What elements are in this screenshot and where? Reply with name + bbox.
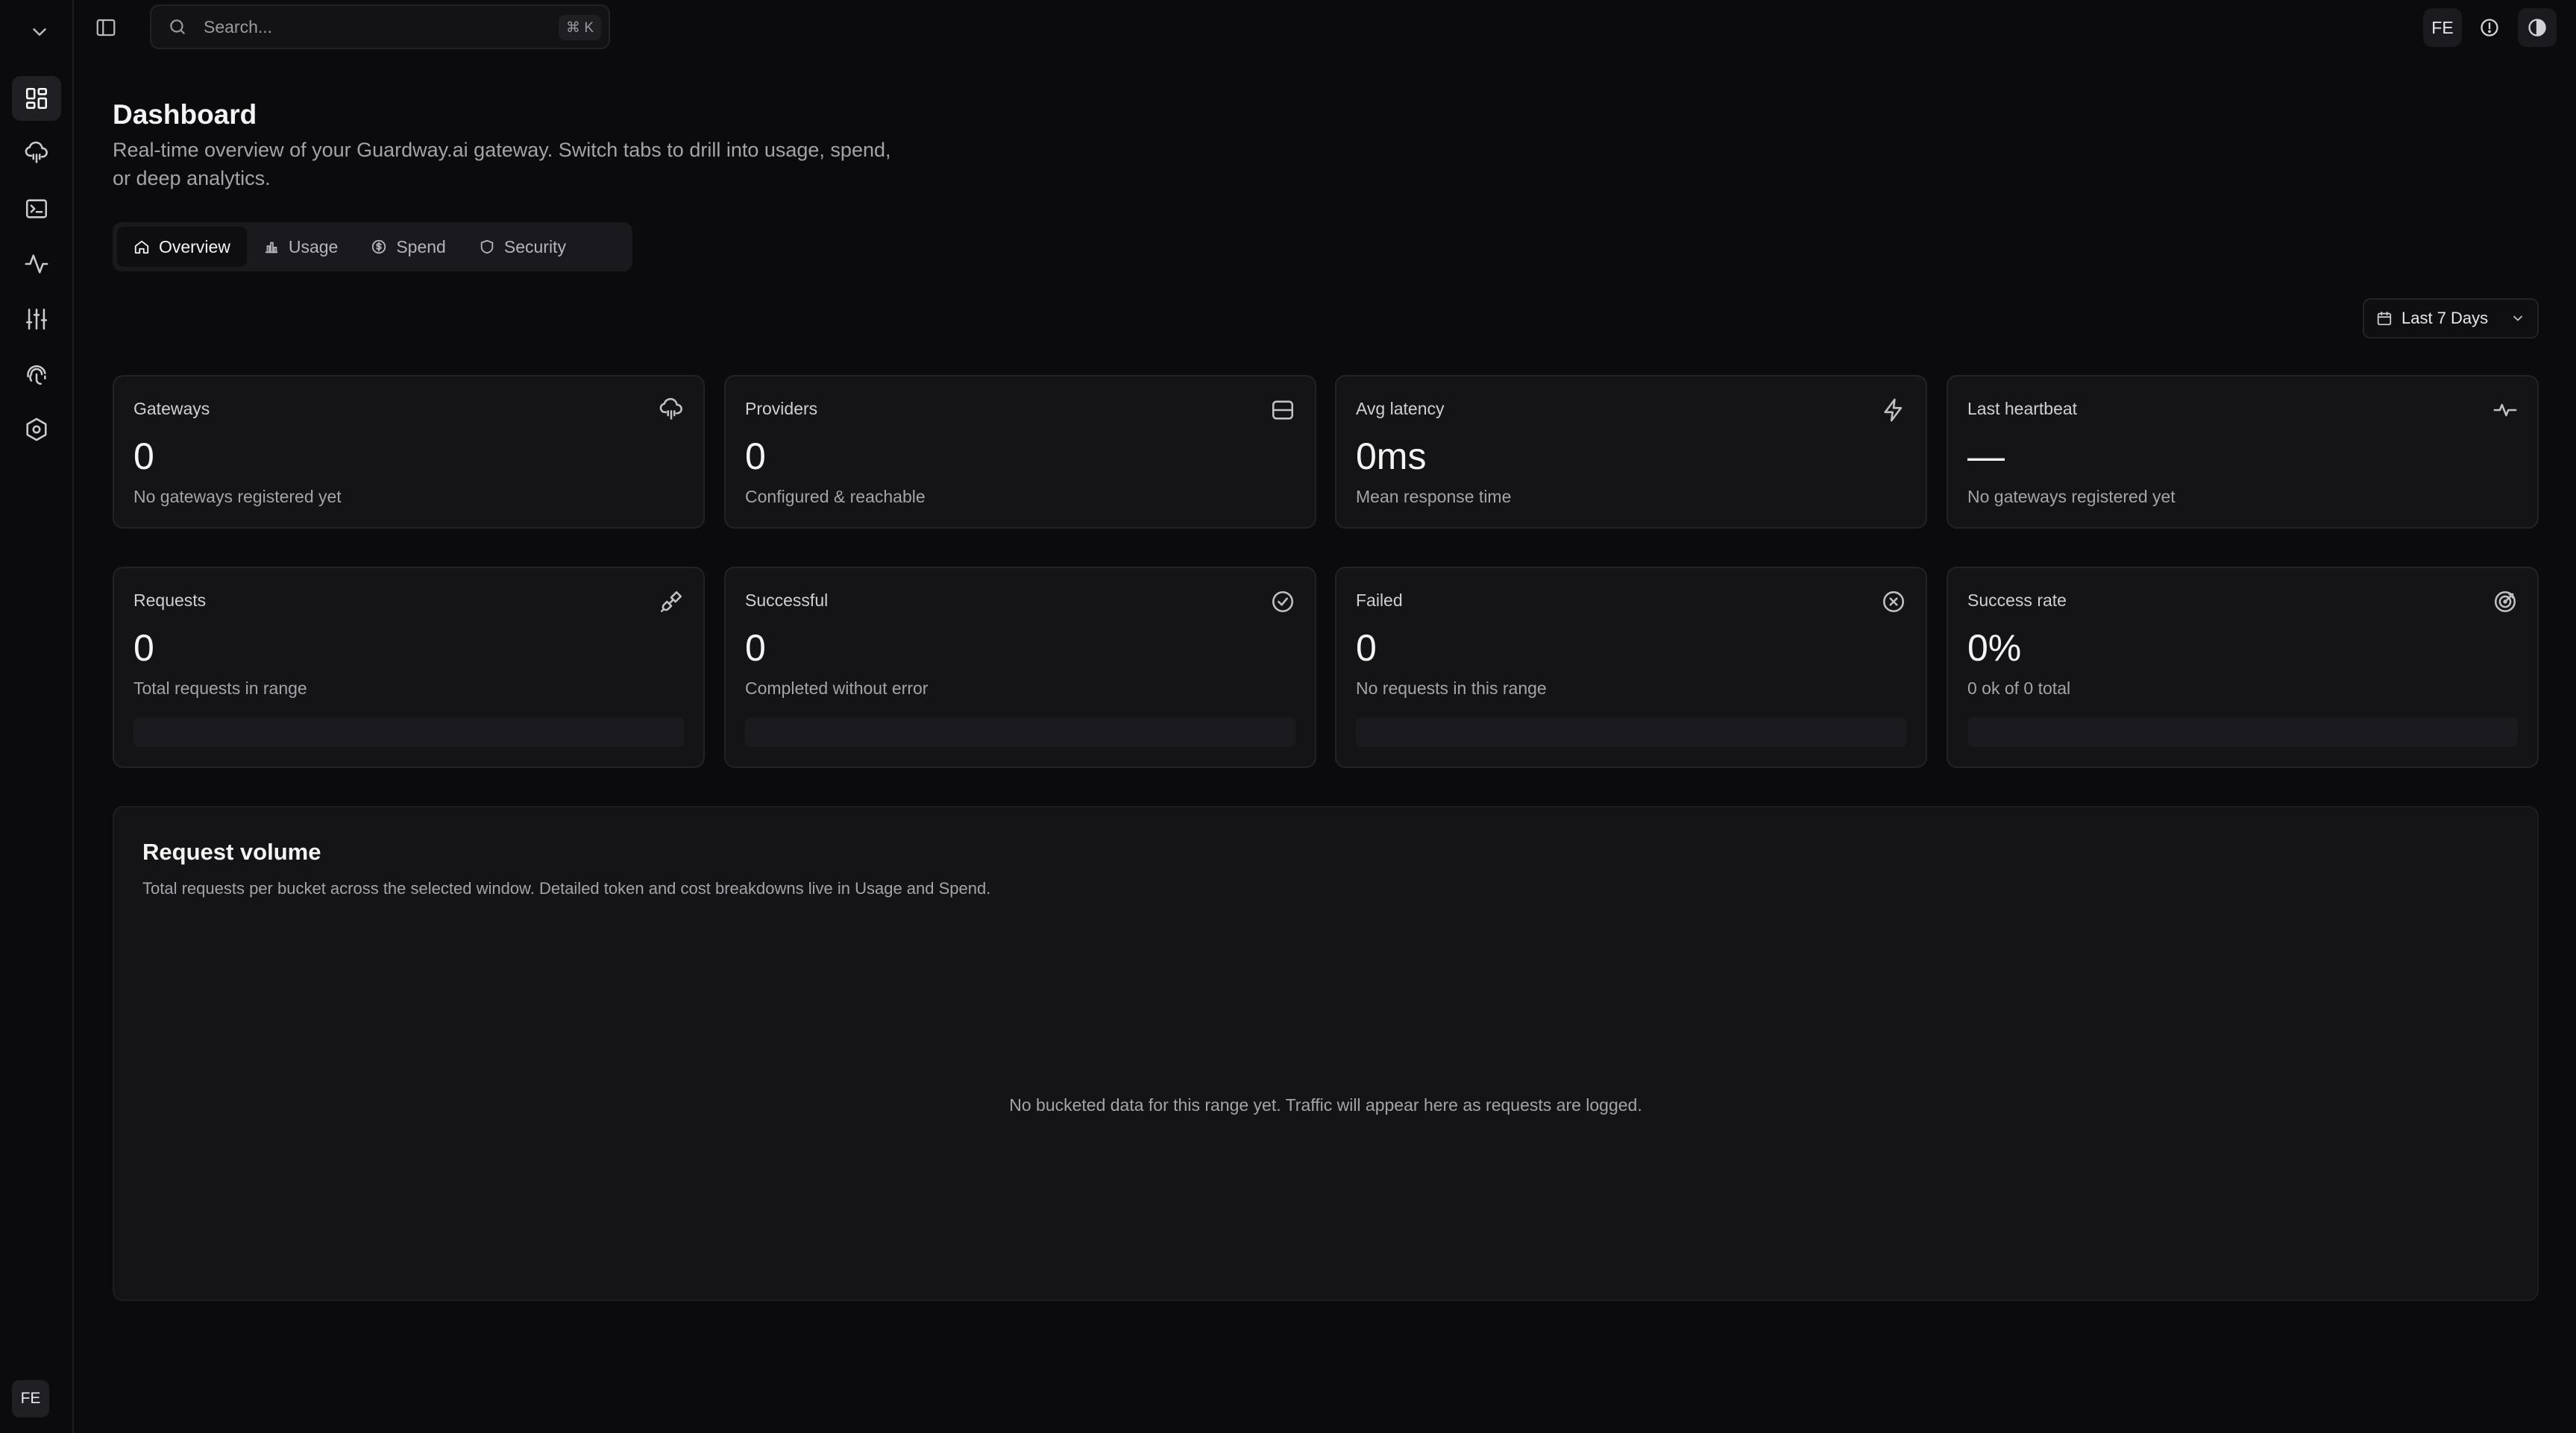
help-circle-icon bbox=[2479, 17, 2500, 38]
tab-overview[interactable]: Overview bbox=[117, 227, 247, 267]
stat-card-success-rate: Success rate 0% 0 ok of 0 total bbox=[1947, 567, 2539, 768]
left-rail: FE bbox=[0, 0, 74, 1433]
stat-card-label: Gateways bbox=[133, 399, 210, 418]
date-range-label: Last 7 Days bbox=[2401, 309, 2489, 327]
request-volume-title: Request volume bbox=[142, 839, 321, 865]
search-bar[interactable]: ⌘ K bbox=[150, 4, 610, 49]
stat-card-sparkline-placeholder bbox=[745, 717, 1295, 747]
stat-card-requests: Requests 0 Total requests in range bbox=[113, 567, 705, 768]
user-avatar[interactable]: FE bbox=[2423, 8, 2462, 47]
stat-card-successful: Successful 0 Completed without error bbox=[724, 567, 1316, 768]
theme-toggle-button[interactable] bbox=[2518, 8, 2557, 47]
stat-card-label: Success rate bbox=[1967, 590, 2067, 610]
stat-card-subtext: Total requests in range bbox=[133, 678, 307, 698]
help-button[interactable] bbox=[2470, 8, 2509, 47]
stat-card-value: 0 bbox=[133, 627, 154, 669]
stat-card-subtext: Configured & reachable bbox=[745, 487, 926, 506]
sliders-icon bbox=[24, 306, 49, 332]
tab-spend-label: Spend bbox=[396, 236, 446, 256]
stat-card-avg-latency: Avg latency 0ms Mean response time bbox=[1335, 375, 1927, 529]
stat-card-label: Failed bbox=[1356, 590, 1403, 610]
stat-card-value: — bbox=[1967, 435, 2005, 477]
tab-security[interactable]: Security bbox=[462, 227, 582, 267]
page-subtitle: Real-time overview of your Guardway.ai g… bbox=[113, 136, 933, 192]
x-circle-icon bbox=[1881, 589, 1906, 614]
stat-card-value: 0% bbox=[1967, 627, 2022, 669]
stat-card-label: Last heartbeat bbox=[1967, 399, 2078, 418]
request-volume-empty-state: No bucketed data for this range yet. Tra… bbox=[1009, 1095, 1642, 1115]
activity-pulse-icon bbox=[24, 251, 49, 277]
sidebar-toggle-icon[interactable] bbox=[95, 16, 117, 39]
stat-card-label: Requests bbox=[133, 590, 207, 610]
rail-item-dashboard[interactable] bbox=[12, 76, 61, 121]
target-icon bbox=[2492, 589, 2518, 614]
lightning-icon bbox=[1881, 397, 1906, 423]
stat-card-failed: Failed 0 No requests in this range bbox=[1335, 567, 1927, 768]
stat-card-value: 0 bbox=[745, 435, 766, 477]
tab-overview-label: Overview bbox=[159, 236, 230, 256]
rail-user-avatar[interactable]: FE bbox=[12, 1380, 49, 1417]
stat-card-last-heartbeat: Last heartbeat — No gateways registered … bbox=[1947, 375, 2539, 529]
stat-card-value: 0 bbox=[133, 435, 154, 477]
rail-item-identity[interactable] bbox=[12, 352, 61, 397]
search-input[interactable] bbox=[204, 16, 547, 37]
page-subtitle-line-2: or deep analytics. bbox=[113, 167, 271, 189]
cloud-network-icon bbox=[659, 397, 684, 423]
chevron-down-icon[interactable] bbox=[28, 21, 51, 43]
stat-card-label: Avg latency bbox=[1356, 399, 1445, 418]
stat-card-label: Successful bbox=[745, 590, 829, 610]
terminal-icon bbox=[24, 196, 49, 221]
search-icon bbox=[168, 17, 187, 37]
plug-icon bbox=[659, 589, 684, 614]
stat-card-subtext: Completed without error bbox=[745, 678, 929, 698]
stat-card-gateways: Gateways 0 No gateways registered yet bbox=[113, 375, 705, 529]
home-icon bbox=[133, 239, 150, 255]
page-subtitle-line-1: Real-time overview of your Guardway.ai g… bbox=[113, 139, 891, 161]
pulse-icon bbox=[2492, 397, 2518, 423]
settings-hexagon-icon bbox=[24, 417, 49, 442]
server-icon bbox=[1270, 397, 1295, 423]
stat-card-value: 0ms bbox=[1356, 435, 1427, 477]
rail-item-console[interactable] bbox=[12, 186, 61, 231]
calendar-icon bbox=[2376, 310, 2393, 327]
tab-spend[interactable]: Spend bbox=[354, 227, 462, 267]
chevron-down-icon bbox=[2510, 311, 2525, 326]
date-range-select[interactable]: Last 7 Days bbox=[2363, 298, 2539, 338]
page-title: Dashboard bbox=[113, 99, 257, 130]
bar-chart-icon bbox=[263, 239, 280, 255]
stat-card-providers: Providers 0 Configured & reachable bbox=[724, 375, 1316, 529]
tab-usage[interactable]: Usage bbox=[247, 227, 354, 267]
stat-card-sparkline-placeholder bbox=[1356, 717, 1906, 747]
cloud-network-icon bbox=[24, 141, 49, 166]
stat-card-sparkline-placeholder bbox=[1967, 717, 2518, 747]
dollar-circle-icon bbox=[371, 239, 387, 255]
rail-item-activity[interactable] bbox=[12, 242, 61, 286]
shield-icon bbox=[479, 239, 495, 255]
dashboard-grid-icon bbox=[24, 86, 49, 111]
request-volume-description: Total requests per bucket across the sel… bbox=[142, 879, 991, 898]
stat-card-subtext: No gateways registered yet bbox=[1967, 487, 2176, 506]
stat-card-subtext: No requests in this range bbox=[1356, 678, 1547, 698]
fingerprint-icon bbox=[24, 362, 49, 387]
request-volume-panel: Request volume Total requests per bucket… bbox=[113, 806, 2539, 1301]
stat-card-subtext: No gateways registered yet bbox=[133, 487, 342, 506]
dashboard-tabs: Overview Usage Spend Security bbox=[113, 222, 632, 271]
stat-card-subtext: Mean response time bbox=[1356, 487, 1512, 506]
stat-card-sparkline-placeholder bbox=[133, 717, 684, 747]
stat-card-value: 0 bbox=[1356, 627, 1377, 669]
contrast-icon bbox=[2527, 17, 2548, 38]
tab-usage-label: Usage bbox=[288, 236, 339, 256]
stat-card-subtext: 0 ok of 0 total bbox=[1967, 678, 2071, 698]
search-shortcut-badge: ⌘ K bbox=[559, 15, 601, 40]
stat-card-value: 0 bbox=[745, 627, 766, 669]
stat-card-label: Providers bbox=[745, 399, 818, 418]
rail-item-gateways[interactable] bbox=[12, 131, 61, 176]
check-circle-icon bbox=[1270, 589, 1295, 614]
rail-item-settings[interactable] bbox=[12, 407, 61, 452]
tab-security-label: Security bbox=[503, 236, 566, 256]
rail-item-controls[interactable] bbox=[12, 297, 61, 341]
